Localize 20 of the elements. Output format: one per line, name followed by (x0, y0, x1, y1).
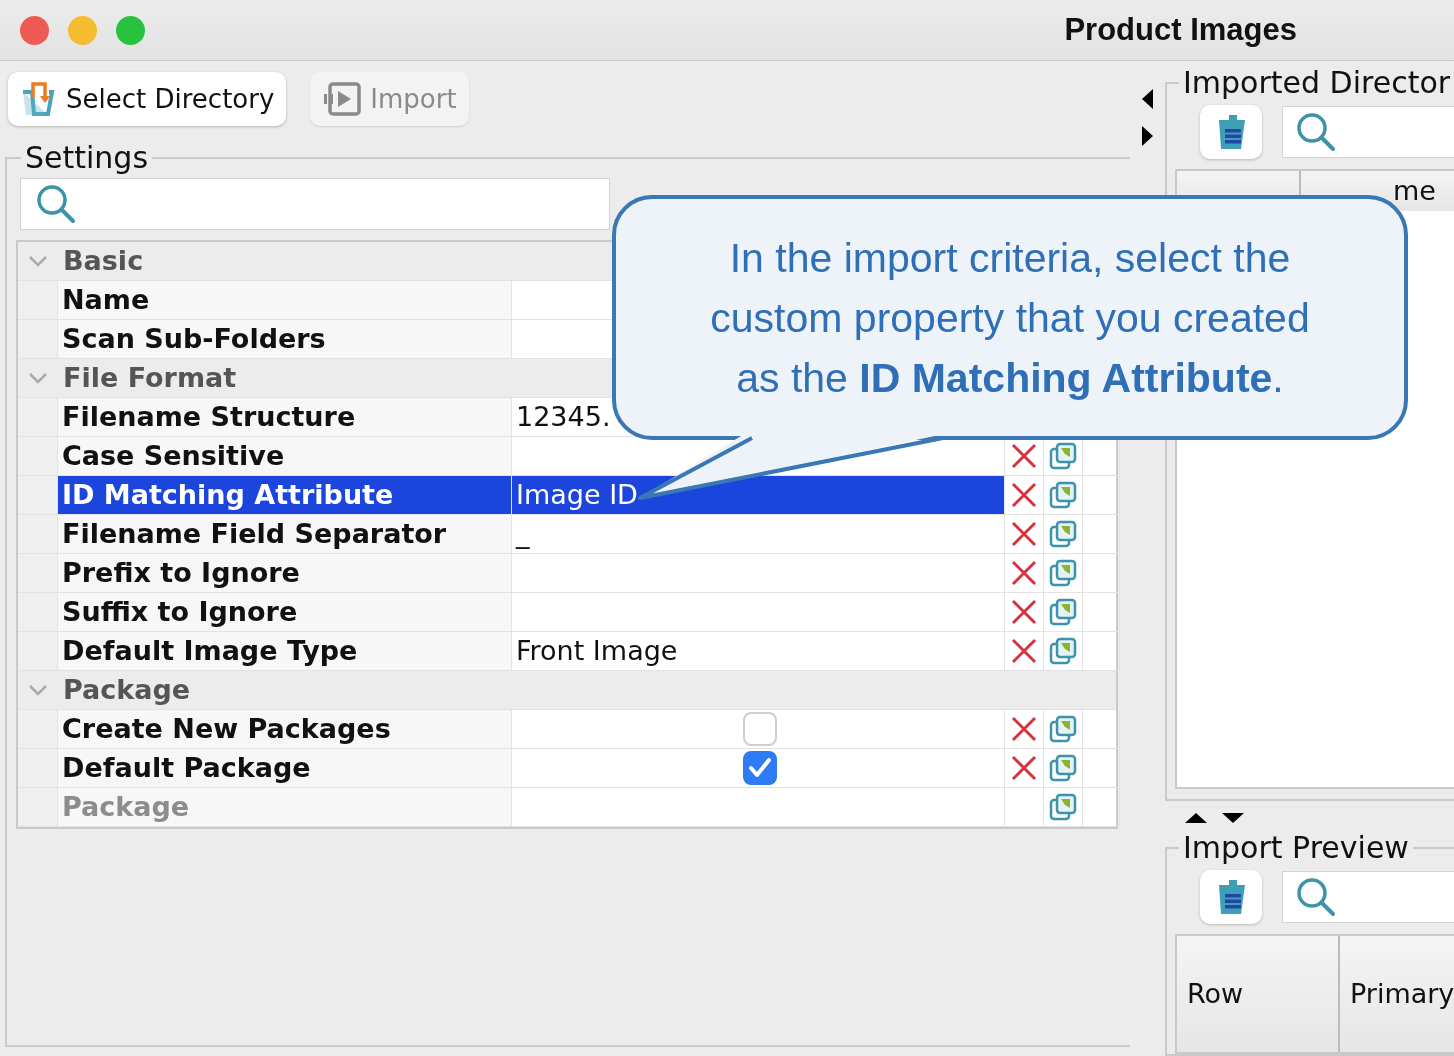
property-name: Prefix to Ignore (58, 554, 512, 593)
callout-tooltip-text: In the import criteria, select the custom property that you created as the ID Matching Attribute. (709, 233, 1311, 403)
property-name: Package (58, 788, 512, 827)
section-title: Import Preview (1182, 831, 1410, 864)
group-title: Basic (63, 243, 144, 278)
property-name: Name (58, 281, 512, 320)
property-name: Suffix to Ignore (58, 593, 512, 632)
property-name: Scan Sub-Folders (58, 320, 512, 359)
property-name: Create New Packages (58, 710, 512, 749)
group-title: Package (63, 672, 191, 707)
property-name: ID Matching Attribute (58, 476, 512, 515)
property-name: Default Package (58, 749, 512, 788)
section-title: Imported Director (1182, 66, 1452, 99)
property-name: Case Sensitive (58, 437, 512, 476)
property-name: Filename Structure (58, 398, 512, 437)
window-title: Product Images (1064, 10, 1297, 49)
property-name: Default Image Type (58, 632, 512, 671)
section-title: Settings (24, 141, 150, 174)
group-title: File Format (63, 360, 237, 395)
property-name: Filename Field Separator (58, 515, 512, 554)
